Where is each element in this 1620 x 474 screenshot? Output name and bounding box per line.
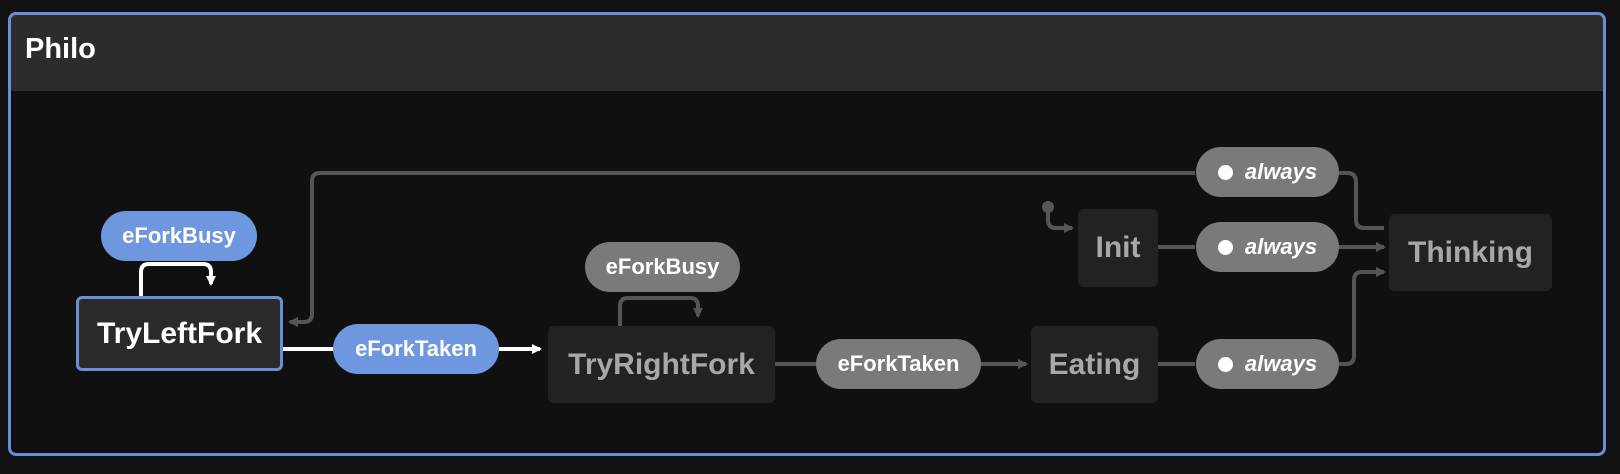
state-try-right-fork[interactable]: TryRightFork bbox=[548, 326, 775, 403]
event-label: eForkBusy bbox=[605, 254, 720, 279]
state-label: TryLeftFork bbox=[96, 316, 263, 350]
event-always-thinking-exit[interactable]: always bbox=[1196, 147, 1339, 197]
event-always-eating[interactable]: always bbox=[1196, 339, 1339, 389]
edge-to-left-fork bbox=[288, 171, 1195, 327]
state-try-left-fork[interactable]: TryLeftFork bbox=[76, 296, 283, 371]
state-thinking[interactable]: Thinking bbox=[1389, 214, 1552, 291]
event-right-fork-busy[interactable]: eForkBusy bbox=[585, 242, 740, 292]
event-always-init[interactable]: always bbox=[1196, 222, 1339, 272]
edge-eating-to-thinking-b bbox=[1338, 267, 1386, 366]
dot-icon bbox=[1217, 356, 1233, 372]
event-left-fork-busy[interactable]: eForkBusy bbox=[101, 211, 257, 261]
event-label: eForkTaken bbox=[837, 351, 960, 376]
event-left-fork-taken[interactable]: eForkTaken bbox=[333, 324, 499, 374]
state-label: Thinking bbox=[1408, 235, 1533, 269]
event-label: always bbox=[1244, 234, 1318, 259]
edge-left-self-loop bbox=[139, 262, 216, 296]
state-label: Init bbox=[1095, 231, 1141, 264]
dot-icon bbox=[1217, 239, 1233, 255]
dot-icon bbox=[1217, 164, 1233, 180]
event-label: always bbox=[1244, 159, 1318, 184]
edge-thinking-loop-back bbox=[1338, 171, 1384, 230]
state-init[interactable]: Init bbox=[1078, 209, 1158, 287]
state-eating[interactable]: Eating bbox=[1031, 326, 1158, 403]
state-label: TryRightFork bbox=[568, 347, 755, 381]
event-label: always bbox=[1244, 351, 1318, 376]
event-label: eForkTaken bbox=[355, 336, 477, 361]
edge-right-self-loop bbox=[618, 296, 703, 326]
state-label: Eating bbox=[1048, 347, 1141, 381]
event-label: eForkBusy bbox=[122, 223, 236, 248]
event-right-fork-taken[interactable]: eForkTaken bbox=[816, 339, 981, 389]
